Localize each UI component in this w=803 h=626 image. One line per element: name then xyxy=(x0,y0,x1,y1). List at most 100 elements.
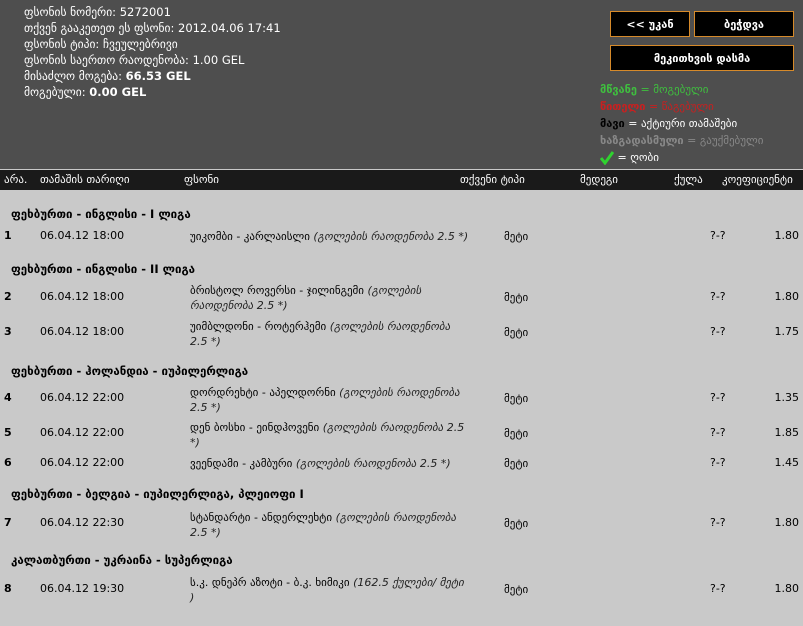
col-bet: ფსონი xyxy=(184,173,219,186)
row-coefficient: 1.35 xyxy=(774,391,800,404)
status-legend: მწვანე = მოგებული წითელი = წაგებული მავი… xyxy=(600,81,763,166)
row-score: ?-? xyxy=(710,290,726,303)
row-coefficient: 1.80 xyxy=(774,229,800,242)
row-coefficient: 1.85 xyxy=(774,426,800,439)
section-title: ფეხბურთი - ინგლისი - II ლიგა xyxy=(11,262,195,276)
ticket-number-value: 5272001 xyxy=(119,5,171,19)
row-type: მეტი xyxy=(504,427,529,440)
col-result: მედეგი xyxy=(580,173,619,186)
row-number: 3 xyxy=(4,325,12,338)
legend-refund-value: = ღობი xyxy=(617,151,659,164)
row-score: ?-? xyxy=(710,229,726,242)
legend-active: მავი = აქტიური თამაშები xyxy=(600,115,763,132)
ticket-type-value: ჩვეულებრივი xyxy=(102,37,178,51)
legend-active-value: = აქტიური თამაშები xyxy=(628,117,738,130)
row-event-name: ს.კ. დნეპრ აზოტი - ბ.კ. ხიმიკი xyxy=(190,576,350,589)
legend-refund: = ღობი xyxy=(600,149,763,166)
back-button[interactable]: << უკან xyxy=(610,11,690,37)
ticket-header: ფსონის ნომერი: 5272001 თქვენ გააკეთეთ ეს… xyxy=(0,0,803,169)
row-number: 2 xyxy=(4,290,12,303)
legend-lost: წითელი = წაგებული xyxy=(600,98,763,115)
row-event-detail: (გოლების რაოდენობა 2.5 *) xyxy=(295,457,451,470)
ticket-info: ფსონის ნომერი: 5272001 თქვენ გააკეთეთ ეს… xyxy=(24,4,281,100)
row-event: უიმბლდონი - როტერჰემი (გოლების რაოდენობა… xyxy=(190,319,470,349)
ticket-placed-label: თქვენ გააკეთეთ ეს ფსონი: xyxy=(24,21,175,35)
section-title: კალათბურთი - უკრაინა - სუპერლიგა xyxy=(11,553,233,567)
col-number: არა. xyxy=(4,173,28,186)
row-coefficient: 1.80 xyxy=(774,290,800,303)
row-coefficient: 1.45 xyxy=(774,456,800,469)
ticket-won-value: 0.00 GEL xyxy=(89,85,147,99)
row-number: 5 xyxy=(4,426,12,439)
row-event-name: ბრისტოლ როვერსი - ჯილინგემი xyxy=(190,284,364,297)
row-number: 1 xyxy=(4,229,12,242)
row-score: ?-? xyxy=(710,426,726,439)
check-icon xyxy=(600,151,614,165)
row-date: 06.04.12 18:00 xyxy=(40,325,125,338)
row-event: დენ ბოსხი - ეინდჰოვენი (გოლების რაოდენობ… xyxy=(190,420,470,450)
row-event-name: დენ ბოსხი - ეინდჰოვენი xyxy=(190,421,320,434)
ticket-type-label: ფსონის ტიპი: xyxy=(24,37,100,51)
ticket-possible-row: მისაძლო მოგება: 66.53 GEL xyxy=(24,68,281,84)
ticket-won-label: მოგებული: xyxy=(24,85,86,99)
col-date: თამაშის თარიღი xyxy=(40,173,130,186)
ticket-number-row: ფსონის ნომერი: 5272001 xyxy=(24,4,281,20)
row-type: მეტი xyxy=(504,457,529,470)
col-your-type: თქვენი ტიპი xyxy=(460,173,525,186)
print-button[interactable]: ბეჭდვა xyxy=(694,11,794,37)
legend-won: მწვანე = მოგებული xyxy=(600,81,763,98)
row-score: ?-? xyxy=(710,456,726,469)
row-event: სტანდარტი - ანდერლეხტი (გოლების რაოდენობ… xyxy=(190,510,470,540)
legend-won-value: = მოგებული xyxy=(640,83,709,96)
row-type: მეტი xyxy=(504,517,529,530)
ticket-stake-label: ფსონის საერთო რაოდენობა: xyxy=(24,53,189,67)
row-number: 4 xyxy=(4,391,12,404)
legend-cancelled-key: ხაზგადასმული xyxy=(600,134,684,147)
ticket-stake-row: ფსონის საერთო რაოდენობა: 1.00 GEL xyxy=(24,52,281,68)
col-score: ქულა xyxy=(674,173,703,186)
row-event-name: უიმბლდონი - როტერჰემი xyxy=(190,320,327,333)
row-score: ?-? xyxy=(710,582,726,595)
ticket-type-row: ფსონის ტიპი: ჩვეულებრივი xyxy=(24,36,281,52)
row-number: 7 xyxy=(4,516,12,529)
ticket-number-label: ფსონის ნომერი: xyxy=(24,5,117,19)
row-event: ბრისტოლ როვერსი - ჯილინგემი (გოლების რაო… xyxy=(190,283,470,313)
row-event-name: ვეენდამი - კამბური xyxy=(190,457,293,470)
row-score: ?-? xyxy=(710,516,726,529)
table-header: არა. თამაშის თარიღი ფსონი თქვენი ტიპი მე… xyxy=(0,170,803,190)
row-event: ს.კ. დნეპრ აზოტი - ბ.კ. ხიმიკი (162.5 ქუ… xyxy=(190,575,470,605)
section-title: ფეხბურთი - ინგლისი - I ლიგა xyxy=(11,207,191,221)
row-date: 06.04.12 22:00 xyxy=(40,426,125,439)
row-score: ?-? xyxy=(710,391,726,404)
row-type: მეტი xyxy=(504,583,529,596)
legend-won-key: მწვანე xyxy=(600,83,637,96)
row-type: მეტი xyxy=(504,291,529,304)
legend-active-key: მავი xyxy=(600,117,625,130)
ticket-won-row: მოგებული: 0.00 GEL xyxy=(24,84,281,100)
row-type: მეტი xyxy=(504,230,529,243)
row-coefficient: 1.80 xyxy=(774,582,800,595)
row-coefficient: 1.80 xyxy=(774,516,800,529)
repeat-bet-button[interactable]: მეკითხვის დასმა xyxy=(610,45,794,71)
row-number: 6 xyxy=(4,456,12,469)
col-coefficient: კოეფიციენტი xyxy=(722,173,793,186)
row-event-detail: (გოლების რაოდენობა 2.5 *) xyxy=(313,230,469,243)
legend-cancelled-value: = გაუქმებული xyxy=(687,134,764,147)
row-event: უიკომბი - კარლაისლი (გოლების რაოდენობა 2… xyxy=(190,229,470,244)
row-event-name: დორდრეხტი - აპელდორნი xyxy=(190,386,336,399)
legend-lost-value: = წაგებული xyxy=(649,100,714,113)
row-event-name: უიკომბი - კარლაისლი xyxy=(190,230,310,243)
row-type: მეტი xyxy=(504,326,529,339)
row-type: მეტი xyxy=(504,392,529,405)
row-event: დორდრეხტი - აპელდორნი (გოლების რაოდენობა… xyxy=(190,385,470,415)
ticket-placed-row: თქვენ გააკეთეთ ეს ფსონი: 2012.04.06 17:4… xyxy=(24,20,281,36)
ticket-possible-label: მისაძლო მოგება: xyxy=(24,69,122,83)
legend-lost-key: წითელი xyxy=(600,100,646,113)
row-number: 8 xyxy=(4,582,12,595)
ticket-possible-value: 66.53 GEL xyxy=(125,69,191,83)
row-event-name: სტანდარტი - ანდერლეხტი xyxy=(190,511,333,524)
ticket-placed-value: 2012.04.06 17:41 xyxy=(178,21,281,35)
bets-table: ფეხბურთი - ინგლისი - I ლიგა 1 06.04.12 1… xyxy=(0,190,803,626)
legend-cancelled: ხაზგადასმული = გაუქმებული xyxy=(600,132,763,149)
section-title: ფეხბურთი - ჰოლანდია - იუპილერლიგა xyxy=(11,364,249,378)
